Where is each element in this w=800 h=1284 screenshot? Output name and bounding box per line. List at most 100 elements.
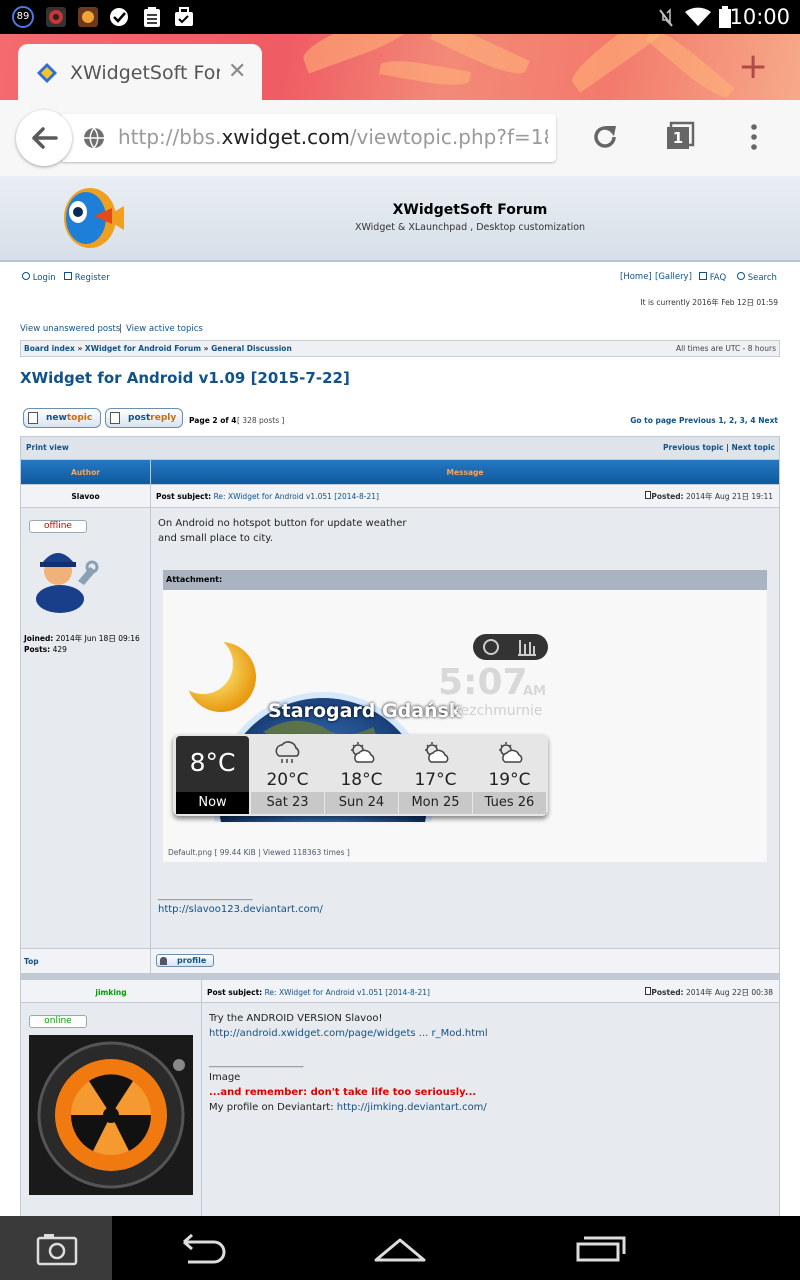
- recents-nav-button[interactable]: [570, 1230, 630, 1270]
- pagination: Go to page Previous 1, 2, 3, 4 Next: [600, 416, 778, 425]
- breadcrumb-separator: »: [77, 344, 83, 353]
- tab-count: 1: [672, 129, 684, 147]
- forecast-day-cell: 20°C Sat 23: [251, 736, 324, 814]
- breadcrumb-android-forum[interactable]: XWidget for Android Forum: [85, 344, 201, 353]
- next-topic-link[interactable]: Next topic: [731, 443, 775, 452]
- breadcrumb-board-index[interactable]: Board index: [24, 344, 75, 353]
- offline-status-badge: offline: [29, 520, 87, 533]
- top-link[interactable]: Top: [24, 957, 39, 966]
- post-reply-icon: [110, 412, 120, 424]
- breadcrumb-separator: »: [203, 344, 209, 353]
- signature-link[interactable]: http://slavoo123.deviantart.com/: [158, 904, 323, 915]
- post-subject-link[interactable]: Re: XWidget for Android v1.051 [2014-8-2…: [214, 492, 379, 501]
- xwidget-logo-icon[interactable]: [50, 178, 130, 262]
- forecast-temp: 18°C: [340, 770, 383, 790]
- mute-icon: [655, 6, 677, 28]
- attachment-header: Attachment:: [163, 570, 767, 590]
- back-button[interactable]: [16, 110, 72, 166]
- partly-cloudy-icon: [495, 740, 525, 770]
- weather-widget-image[interactable]: 5:07 AM Starogard Gdańsk Bezchmurnie 8°C…: [173, 622, 553, 822]
- back-nav-button[interactable]: [170, 1230, 234, 1270]
- search-link[interactable]: Search: [737, 272, 777, 283]
- unanswered-posts-link[interactable]: View unanswered posts: [20, 324, 120, 334]
- forecast-temp: 20°C: [266, 770, 309, 790]
- forecast-day: Sun 24: [325, 792, 398, 814]
- post-body-line: and small place to city.: [158, 533, 273, 544]
- system-navigation-bar: [0, 1216, 800, 1280]
- reload-icon[interactable]: [590, 122, 620, 156]
- posts-count: [ 328 posts ]: [237, 416, 285, 425]
- print-view-link[interactable]: Print view: [26, 443, 69, 452]
- screenshot-button[interactable]: [0, 1216, 112, 1280]
- home-nav-button[interactable]: [370, 1230, 430, 1270]
- next-page-link[interactable]: Next: [758, 416, 778, 425]
- post-subject-link[interactable]: Re: XWidget for Android v1.051 [2014-8-2…: [265, 988, 430, 997]
- online-status-badge: online: [29, 1015, 87, 1028]
- wifi-icon: [684, 6, 712, 28]
- posts-info: Posts: 429: [24, 645, 67, 654]
- timezone-text: All times are UTC - 8 hours: [675, 344, 776, 353]
- close-tab-icon[interactable]: ✕: [228, 59, 246, 84]
- page-info: Page 2 of 4: [189, 416, 237, 425]
- clock-text: 10:00: [729, 5, 790, 29]
- post-author-name[interactable]: jimking: [21, 988, 201, 997]
- new-topic-button[interactable]: newtopic: [23, 408, 101, 428]
- stats-icon[interactable]: [517, 638, 537, 660]
- partly-cloudy-icon: [421, 740, 451, 770]
- post-body-link[interactable]: http://android.xwidget.com/page/widgets …: [209, 1028, 488, 1039]
- joined-info: Joined: 2014年 Jun 18日 09:16: [24, 634, 140, 643]
- topic-title[interactable]: XWidget for Android v1.09 [2015-7-22]: [20, 369, 350, 387]
- widget-control-pill[interactable]: [473, 634, 548, 660]
- url-bar[interactable]: http://bbs.xwidget.com/viewtopic.php?f=1…: [62, 114, 556, 162]
- widget-clock: 5:07: [438, 662, 528, 703]
- profile-icon: [160, 957, 167, 965]
- url-text: http://bbs.xwidget.com/viewtopic.php?f=1…: [118, 125, 548, 149]
- forecast-temp: 17°C: [414, 770, 457, 790]
- key-icon: [22, 272, 30, 280]
- avatar: [29, 1035, 193, 1199]
- deviantart-profile-link[interactable]: http://jimking.deviantart.com/: [337, 1102, 487, 1113]
- topic-nav: Previous topic | Next topic: [663, 443, 775, 452]
- faq-link[interactable]: FAQ: [699, 272, 726, 283]
- post-date: Posted: 2014年 Aug 22日 00:38: [645, 987, 773, 998]
- gallery-link[interactable]: [Gallery]: [655, 272, 692, 282]
- tab-title: XWidgetSoft For: [70, 62, 220, 84]
- forecast-day-cell: 19°C Tues 26: [473, 736, 546, 814]
- site-description: XWidget & XLaunchpad , Desktop customiza…: [354, 222, 586, 233]
- briefcase-check-icon: [173, 6, 195, 28]
- camera-icon: [36, 1234, 78, 1266]
- clipboard-icon: [141, 6, 163, 28]
- widget-city: Starogard Gdańsk: [268, 700, 462, 722]
- post-reply-button[interactable]: postreply: [105, 408, 183, 428]
- refresh-icon[interactable]: [483, 639, 499, 655]
- cloud-rain-icon: [273, 740, 303, 770]
- page-numbers[interactable]: 1, 2, 3, 4: [718, 416, 755, 425]
- previous-topic-link[interactable]: Previous topic: [663, 443, 723, 452]
- previous-page-link[interactable]: Previous: [679, 416, 716, 425]
- message-column-label: Message: [446, 468, 484, 477]
- faq-icon: [699, 272, 707, 280]
- current-time-text: It is currently 2016年 Feb 12日 01:59: [640, 298, 778, 307]
- breadcrumb-general-discussion[interactable]: General Discussion: [211, 344, 292, 353]
- favicon-icon: [36, 62, 58, 88]
- menu-dots-icon[interactable]: [746, 122, 762, 156]
- tab-switcher-button[interactable]: 1: [664, 120, 696, 152]
- forecast-strip: 8°C Now 20°C Sat 23 18°C Sun 24 17°C Mon…: [173, 734, 548, 816]
- profile-button[interactable]: profile: [156, 954, 214, 967]
- author-column-header: Author: [21, 460, 150, 484]
- register-link[interactable]: Register: [64, 272, 110, 283]
- back-arrow-icon: [32, 127, 58, 149]
- search-icon: [737, 272, 745, 280]
- now-label: Now: [176, 792, 249, 814]
- forecast-day-cell: 17°C Mon 25: [399, 736, 472, 814]
- register-icon: [64, 272, 72, 280]
- home-link[interactable]: [Home]: [620, 272, 652, 282]
- new-tab-icon[interactable]: +: [738, 46, 768, 87]
- post-date: Posted: 2014年 Aug 21日 19:11: [645, 491, 773, 502]
- link-separator: |: [119, 324, 122, 334]
- login-link[interactable]: Login: [22, 272, 56, 283]
- notification-badge: 89: [12, 6, 34, 28]
- active-topics-link[interactable]: View active topics: [126, 324, 203, 334]
- forecast-temp: 19°C: [488, 770, 531, 790]
- post-author-name[interactable]: Slavoo: [21, 492, 150, 501]
